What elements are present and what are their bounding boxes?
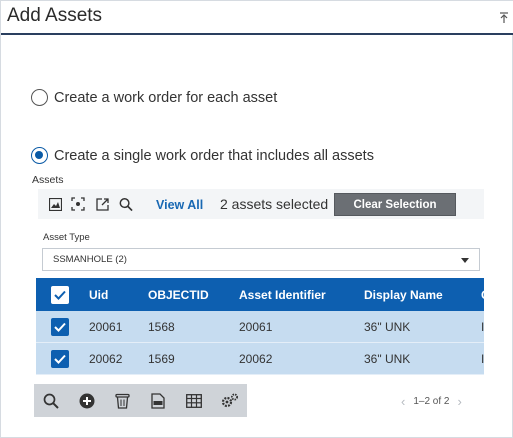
option-each-asset[interactable]: Create a work order for each asset bbox=[31, 89, 277, 106]
delete-icon[interactable] bbox=[113, 392, 131, 410]
table-header: Uid OBJECTID Asset Identifier Display Na… bbox=[36, 278, 484, 311]
selection-count: 2 assets selected bbox=[220, 196, 329, 212]
table-action-bar bbox=[34, 384, 247, 417]
add-assets-panel: Add Assets Create a work order for each … bbox=[0, 0, 513, 438]
collapse-up-icon[interactable] bbox=[498, 11, 510, 25]
open-external-icon[interactable] bbox=[95, 197, 109, 211]
radio-each-asset[interactable] bbox=[31, 89, 48, 106]
table-row[interactable]: 20061 1568 20061 36" UNK I bbox=[36, 311, 484, 343]
clear-selection-button[interactable]: Clear Selection bbox=[334, 193, 456, 216]
settings-icon[interactable] bbox=[221, 392, 239, 410]
cell-display-name: 36" UNK bbox=[364, 319, 411, 334]
column-header-display-name[interactable]: Display Name bbox=[364, 278, 443, 311]
table-row[interactable]: 20062 1569 20062 36" UNK I bbox=[36, 343, 484, 375]
chevron-down-icon bbox=[461, 258, 469, 263]
cell-asset-identifier: 20061 bbox=[239, 319, 273, 334]
chevron-left-icon[interactable]: ‹ bbox=[401, 394, 405, 409]
row-checkbox[interactable] bbox=[51, 350, 69, 368]
table-view-icon[interactable] bbox=[185, 392, 203, 410]
search-icon[interactable] bbox=[42, 392, 60, 410]
radio-single-order[interactable] bbox=[31, 147, 48, 164]
asset-type-select[interactable]: SSMANHOLE (2) bbox=[42, 248, 480, 271]
search-icon[interactable] bbox=[119, 197, 133, 211]
cell-objectid: 1569 bbox=[148, 351, 175, 366]
column-header-uid[interactable]: Uid bbox=[89, 278, 108, 311]
asset-type-label: Asset Type bbox=[43, 232, 90, 243]
cell-more: I bbox=[481, 351, 484, 366]
cell-asset-identifier: 20062 bbox=[239, 351, 273, 366]
option-each-asset-label: Create a work order for each asset bbox=[54, 89, 278, 106]
cell-uid: 20061 bbox=[89, 319, 123, 334]
assets-toolbar: View All 2 assets selected Clear Selecti… bbox=[38, 189, 484, 219]
assets-table: Uid OBJECTID Asset Identifier Display Na… bbox=[36, 278, 484, 375]
column-header-objectid[interactable]: OBJECTID bbox=[148, 278, 209, 311]
column-header-asset-identifier[interactable]: Asset Identifier bbox=[239, 278, 326, 311]
pager-text: 1–2 of 2 bbox=[413, 396, 450, 407]
pagination: ‹ 1–2 of 2 › bbox=[393, 394, 470, 409]
option-single-order[interactable]: Create a single work order that includes… bbox=[31, 147, 374, 164]
row-checkbox[interactable] bbox=[51, 318, 69, 336]
cell-more: I bbox=[481, 319, 484, 334]
cell-display-name: 36" UNK bbox=[364, 351, 411, 366]
option-single-order-label: Create a single work order that includes… bbox=[54, 147, 374, 164]
panel-title: Add Assets bbox=[7, 5, 103, 26]
cell-uid: 20062 bbox=[89, 351, 123, 366]
assets-label: Assets bbox=[32, 174, 64, 186]
column-header-more[interactable]: C bbox=[481, 278, 484, 311]
export-csv-icon[interactable] bbox=[149, 392, 167, 410]
view-all-link[interactable]: View All bbox=[156, 198, 203, 212]
asset-type-value: SSMANHOLE (2) bbox=[53, 254, 127, 265]
panel-header: Add Assets bbox=[1, 1, 513, 35]
zoom-to-selection-icon[interactable] bbox=[71, 197, 85, 211]
cell-objectid: 1568 bbox=[148, 319, 175, 334]
chevron-right-icon[interactable]: › bbox=[458, 394, 462, 409]
add-icon[interactable] bbox=[78, 392, 96, 410]
map-icon[interactable] bbox=[48, 197, 62, 211]
select-all-checkbox[interactable] bbox=[51, 286, 69, 304]
